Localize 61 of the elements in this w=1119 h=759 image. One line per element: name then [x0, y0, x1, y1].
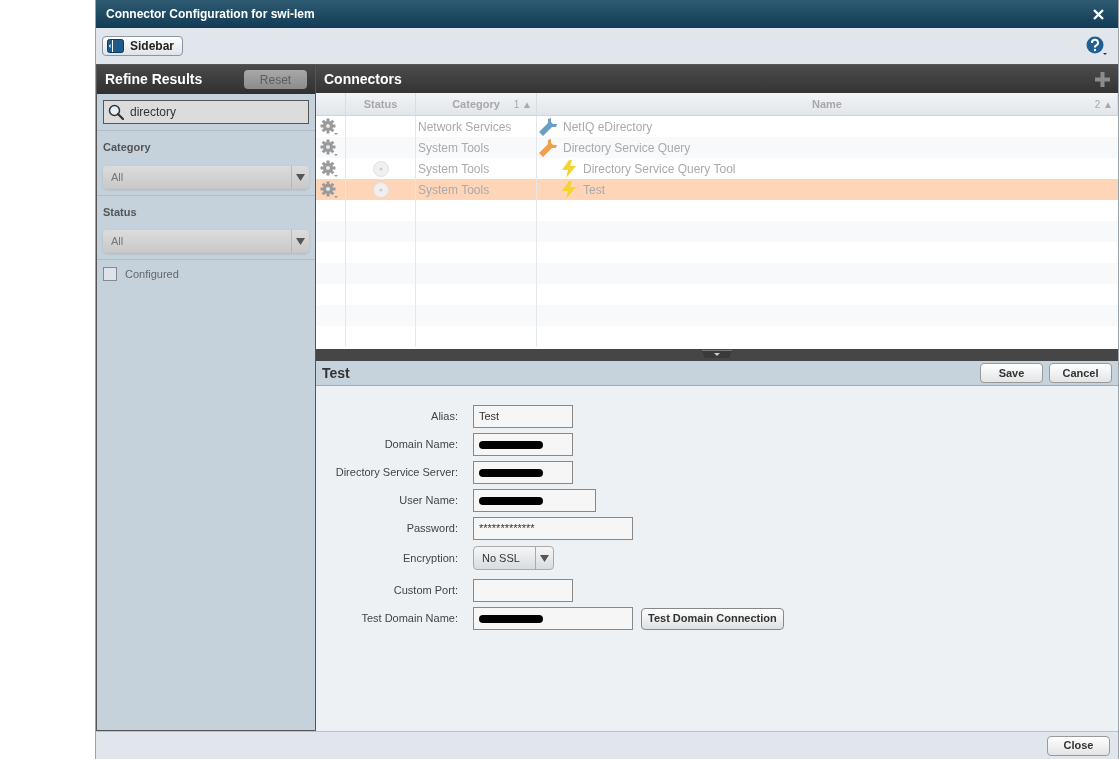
sort-indicator: 2 ▲ [1094, 97, 1113, 112]
gear-menu-icon[interactable] [320, 138, 340, 157]
close-icon[interactable] [1093, 8, 1104, 20]
field-label: Test Domain Name: [360, 611, 458, 627]
save-button[interactable]: Save [980, 363, 1043, 383]
checkbox-label: Configured [125, 267, 179, 282]
connectors-title: Connectors [324, 69, 402, 89]
help-icon[interactable] [1086, 36, 1108, 56]
sidebar-button[interactable]: Sidebar [102, 36, 183, 56]
search-field[interactable]: directory [103, 100, 309, 124]
input-field[interactable] [473, 461, 573, 484]
input-field[interactable] [473, 433, 573, 456]
connector-row[interactable]: System Tools Directory Service Query [316, 137, 1118, 158]
name-cell-text: Directory Service Query [563, 139, 691, 157]
field-label: Encryption: [401, 550, 458, 566]
filter-dropdown[interactable]: All [103, 230, 309, 253]
column-header[interactable]: Category 1 ▲ [416, 93, 537, 115]
field-label: Alias: [430, 409, 458, 425]
category-cell-text: System Tools [418, 181, 490, 199]
gear-menu-icon[interactable] [320, 180, 340, 199]
gear-menu-icon[interactable] [320, 159, 340, 178]
column-header[interactable]: Status [346, 93, 416, 115]
column-header[interactable]: Name 2 ▲ [537, 93, 1118, 115]
reset-button[interactable]: Reset [244, 70, 307, 89]
input-field[interactable] [473, 579, 573, 602]
connector-row[interactable]: System Tools Test [316, 179, 1118, 200]
name-cell-text: Test [583, 181, 605, 199]
splitter-handle-icon[interactable] [701, 349, 733, 359]
field-label: Directory Service Server: [334, 465, 458, 481]
field-label: Password: [405, 521, 458, 537]
field-label: Custom Port: [392, 583, 458, 599]
close-button[interactable]: Close [1047, 735, 1110, 756]
filter-label: Status [103, 204, 138, 220]
field-label: User Name: [398, 493, 458, 509]
input-field[interactable]: Test [473, 405, 573, 428]
input-field[interactable]: ************* [473, 517, 633, 540]
category-cell-text: System Tools [418, 139, 490, 157]
filter-label: Category [103, 140, 152, 155]
encryption-dropdown[interactable]: No SSL [473, 546, 554, 570]
input-field[interactable] [473, 607, 633, 630]
test-connection-button[interactable]: Test Domain Connection [641, 607, 784, 630]
sidebar-icon [107, 39, 124, 53]
add-icon[interactable] [1095, 71, 1110, 87]
dropdown-arrow-icon [296, 173, 305, 181]
dropdown-arrow-icon [296, 238, 305, 245]
category-cell-text: Network Services [418, 118, 512, 136]
gear-menu-icon[interactable] [320, 117, 340, 136]
name-cell-text: Directory Service Query Tool [583, 160, 736, 178]
configured-checkbox[interactable] [103, 267, 117, 282]
cancel-button[interactable]: Cancel [1049, 363, 1112, 383]
field-label: Domain Name: [383, 437, 458, 453]
details-title: Test [322, 363, 350, 383]
sort-indicator: 1 ▲ [513, 97, 532, 112]
input-field[interactable] [473, 489, 596, 512]
sidebar-title: Refine Results [105, 70, 203, 89]
category-cell-text: System Tools [418, 160, 490, 178]
window-title: Connector Configuration for swi-lem [106, 6, 316, 23]
search-icon [108, 104, 124, 120]
filter-dropdown[interactable]: All [103, 165, 309, 189]
dropdown-arrow-icon [540, 554, 549, 562]
name-cell-text: NetIQ eDirectory [563, 118, 653, 136]
